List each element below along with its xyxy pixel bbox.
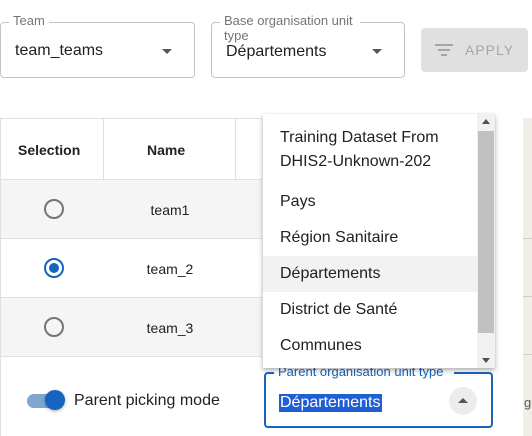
scroll-up-arrow-icon[interactable] xyxy=(482,119,490,124)
team-name-cell: team_3 xyxy=(146,319,194,336)
apply-button-label: APPLY xyxy=(464,42,515,58)
team-select-label: Team xyxy=(9,14,49,27)
team-select[interactable]: Team team_teams xyxy=(0,14,195,78)
table-row[interactable]: team_3 xyxy=(1,298,262,357)
dropdown-option[interactable]: Training Dataset From DHIS2-Unknown-202 xyxy=(263,126,477,174)
dropdown-option[interactable]: Pays xyxy=(263,184,479,220)
scrollbar-thumb[interactable] xyxy=(478,131,494,333)
table-header: Selection Name xyxy=(1,119,262,180)
map-label-fragment: g xyxy=(524,395,532,410)
chevron-down-icon[interactable] xyxy=(162,49,172,54)
row-radio[interactable] xyxy=(44,258,64,278)
table-row[interactable]: team1 xyxy=(1,180,262,239)
team-select-value: team_teams xyxy=(15,42,104,59)
selection-column-header[interactable]: Selection xyxy=(18,119,80,180)
table-row[interactable]: team_2 xyxy=(1,239,262,298)
parent-picking-label: Parent picking mode xyxy=(74,392,220,409)
chevron-up-icon xyxy=(458,398,468,403)
row-radio[interactable] xyxy=(44,199,64,219)
row-radio[interactable] xyxy=(44,317,64,337)
team-name-cell: team1 xyxy=(150,201,190,218)
org-unit-type-dropdown[interactable]: Training Dataset From DHIS2-Unknown-202 … xyxy=(263,114,495,368)
base-org-unit-type-value: Départements xyxy=(226,43,327,60)
dropdown-option[interactable]: Région Sanitaire xyxy=(263,220,479,256)
base-org-unit-type-label: Base organisation unit type xyxy=(220,13,360,43)
base-org-unit-type-select[interactable]: Base organisation unit type Départements xyxy=(211,13,405,78)
name-column-header[interactable]: Name xyxy=(147,119,185,180)
parent-org-unit-type-value[interactable]: Départements xyxy=(279,394,382,412)
dropdown-option-selected[interactable]: Départements xyxy=(263,256,479,292)
filter-icon xyxy=(434,44,453,56)
map-fragment[interactable] xyxy=(523,118,532,436)
team-name-cell: team_2 xyxy=(146,260,194,277)
apply-button[interactable]: APPLY xyxy=(421,28,528,72)
dropdown-scrollbar[interactable] xyxy=(477,114,495,368)
toggle-thumb[interactable] xyxy=(45,390,65,410)
dropdown-option[interactable]: District de Santé xyxy=(263,292,479,328)
collapse-button[interactable] xyxy=(449,387,477,415)
parent-org-unit-type-select[interactable]: Parent organisation unit type Départemen… xyxy=(264,365,493,428)
parent-picking-toggle[interactable] xyxy=(27,389,67,411)
scroll-down-arrow-icon[interactable] xyxy=(482,358,490,363)
chevron-down-icon[interactable] xyxy=(372,49,382,54)
dropdown-option[interactable]: Communes xyxy=(263,328,479,364)
